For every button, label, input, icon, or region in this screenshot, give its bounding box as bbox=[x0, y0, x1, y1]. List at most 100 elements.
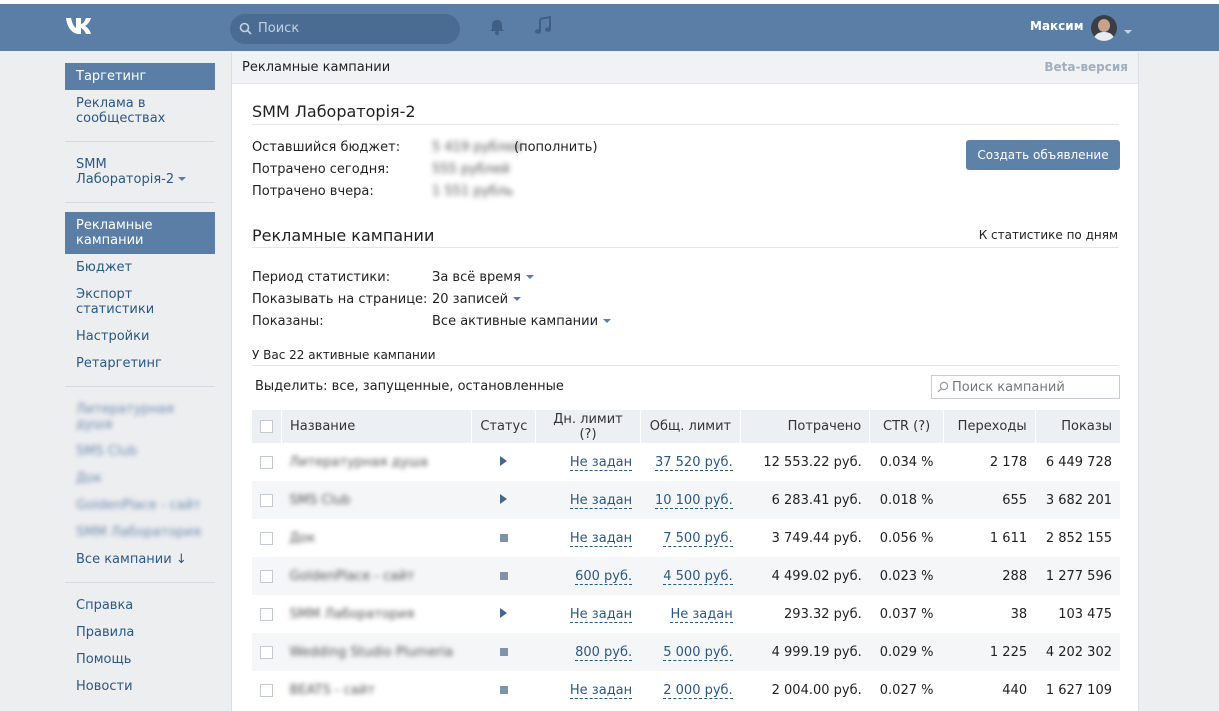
spent-cell: 3 749.44 руб. bbox=[740, 519, 870, 557]
total-limit[interactable]: Не задан bbox=[670, 606, 733, 623]
divider bbox=[252, 124, 1119, 125]
avatar-shirt bbox=[1093, 32, 1115, 41]
table-row[interactable]: BEATS - сайт Не задан 2 000 руб. 2 004.0… bbox=[252, 671, 1120, 709]
table-row[interactable]: SMM Лаборатория Не задан Не задан 293.32… bbox=[252, 595, 1120, 633]
campaign-name[interactable]: SMM Лаборатория bbox=[290, 607, 415, 622]
per-page-select[interactable]: 20 записей bbox=[432, 292, 522, 307]
sidebar-item-settings[interactable]: Настройки bbox=[65, 323, 215, 350]
sidebar-item-targeting[interactable]: Таргетинг bbox=[65, 63, 215, 90]
col-status[interactable]: Статус bbox=[471, 410, 537, 443]
row-checkbox[interactable] bbox=[260, 569, 274, 583]
campaign-name[interactable]: Wedding Studio Plumeria bbox=[290, 645, 454, 660]
row-checkbox[interactable] bbox=[260, 645, 274, 659]
sidebar-item-help[interactable]: Помощь bbox=[65, 646, 215, 673]
col-clicks[interactable]: Переходы bbox=[943, 410, 1036, 443]
create-ad-button[interactable]: Создать объявление bbox=[966, 140, 1120, 170]
table-row[interactable]: Литературная душа Не задан 37 520 руб. 1… bbox=[252, 443, 1120, 481]
play-icon[interactable] bbox=[500, 607, 508, 618]
stop-icon[interactable] bbox=[499, 533, 508, 542]
vk-logo-icon[interactable] bbox=[64, 15, 98, 37]
shown-select[interactable]: Все активные кампании bbox=[432, 314, 612, 329]
sidebar-cabinet-select[interactable]: SMM Лабораторія-2 bbox=[65, 151, 215, 193]
row-checkbox[interactable] bbox=[260, 493, 274, 507]
sidebar-item-news[interactable]: Новости bbox=[65, 673, 215, 700]
stop-icon[interactable] bbox=[499, 685, 508, 694]
total-limit[interactable]: 5 000 руб. bbox=[663, 644, 733, 661]
impressions-cell: 2 852 155 bbox=[1035, 519, 1120, 557]
main-panel: Рекламные кампании Beta-версия SMM Лабор… bbox=[231, 52, 1139, 711]
sidebar-campaign-link[interactable]: SMS Club bbox=[65, 438, 215, 465]
sidebar-item-all-campaigns[interactable]: Все кампании ↓ bbox=[65, 546, 215, 573]
sidebar-item-budget[interactable]: Бюджет bbox=[65, 254, 215, 281]
blurred-text: SMS Club bbox=[76, 444, 138, 459]
row-checkbox[interactable] bbox=[260, 683, 274, 697]
ctr-cell: 0.056 % bbox=[869, 519, 944, 557]
play-icon[interactable] bbox=[500, 493, 508, 504]
sidebar-campaign-link[interactable]: SMM Лаборатория bbox=[65, 519, 215, 546]
total-limit[interactable]: 37 520 руб. bbox=[654, 454, 733, 471]
col-name[interactable]: Название bbox=[281, 410, 473, 443]
campaign-name[interactable]: GoldenPlace - сайт bbox=[290, 569, 415, 584]
select-links[interactable]: Выделить: все, запущенные, остановленные bbox=[255, 379, 564, 394]
sidebar-item-help-ref[interactable]: Справка bbox=[65, 592, 215, 619]
col-ctr[interactable]: CTR (?) bbox=[869, 410, 944, 443]
sidebar-item-export[interactable]: Экспорт статистики bbox=[65, 281, 215, 323]
music-icon[interactable] bbox=[534, 16, 552, 36]
ctr-cell: 0.027 % bbox=[869, 671, 944, 709]
section-title: Рекламные кампании bbox=[252, 226, 435, 245]
sidebar-item-rules[interactable]: Правила bbox=[65, 619, 215, 646]
replenish-link[interactable]: (пополнить) bbox=[514, 140, 598, 155]
table-row[interactable]: Wedding Studio Plumeria 800 руб. 5 000 р… bbox=[252, 633, 1120, 671]
total-limit[interactable]: 10 100 руб. bbox=[654, 492, 733, 509]
campaign-name[interactable]: Док bbox=[290, 531, 316, 546]
campaign-search-input[interactable]: Поиск кампаний bbox=[931, 375, 1120, 399]
row-checkbox[interactable] bbox=[260, 455, 274, 469]
daily-limit[interactable]: Не задан bbox=[569, 454, 633, 471]
col-spent[interactable]: Потрачено bbox=[740, 410, 871, 443]
table-row[interactable]: GoldenPlace - сайт 600 руб. 4 500 руб. 4… bbox=[252, 557, 1120, 595]
col-impressions[interactable]: Показы bbox=[1035, 410, 1120, 443]
per-page-label: Показывать на странице: bbox=[252, 292, 428, 307]
daily-limit[interactable]: 600 руб. bbox=[575, 568, 633, 585]
daily-limit[interactable]: 800 руб. bbox=[575, 644, 633, 661]
daily-limit[interactable]: Не задан bbox=[569, 530, 633, 547]
bell-icon[interactable] bbox=[488, 18, 506, 36]
total-limit[interactable]: 7 500 руб. bbox=[663, 530, 733, 547]
col-total-limit[interactable]: Общ. лимит bbox=[640, 410, 742, 443]
avatar-face bbox=[1098, 19, 1110, 32]
table-row[interactable]: SMS Club Не задан 10 100 руб. 6 283.41 р… bbox=[252, 481, 1120, 519]
user-name[interactable]: Максим bbox=[1030, 19, 1084, 33]
daily-limit[interactable]: Не задан bbox=[569, 492, 633, 509]
total-limit[interactable]: 4 500 руб. bbox=[663, 568, 733, 585]
sidebar-campaign-link[interactable]: Литературная душа bbox=[65, 396, 215, 438]
campaign-name[interactable]: Литературная душа bbox=[290, 455, 429, 470]
row-checkbox[interactable] bbox=[260, 607, 274, 621]
sidebar-divider bbox=[65, 582, 215, 583]
sidebar-item-campaigns[interactable]: Рекламные кампании bbox=[65, 212, 215, 254]
stats-by-day-link[interactable]: К статистике по дням bbox=[979, 228, 1118, 242]
sidebar-campaign-link[interactable]: GoldenPlace - сайт bbox=[65, 492, 215, 519]
stop-icon[interactable] bbox=[499, 571, 508, 580]
select-all-cell[interactable] bbox=[252, 410, 282, 443]
select-all-checkbox[interactable] bbox=[260, 420, 273, 433]
stop-icon[interactable] bbox=[499, 647, 508, 656]
sidebar-item-retargeting[interactable]: Ретаргетинг bbox=[65, 350, 215, 377]
global-search-input[interactable]: Поиск bbox=[230, 14, 460, 44]
campaign-name[interactable]: SMS Club bbox=[290, 493, 351, 508]
total-limit[interactable]: 2 000 руб. bbox=[663, 682, 733, 699]
play-icon[interactable] bbox=[500, 455, 508, 466]
daily-limit[interactable]: Не задан bbox=[569, 606, 633, 623]
spent-cell: 293.32 руб. bbox=[740, 595, 870, 633]
table-row[interactable]: Док Не задан 7 500 руб. 3 749.44 руб. 0.… bbox=[252, 519, 1120, 557]
avatar[interactable] bbox=[1091, 15, 1117, 41]
clicks-cell: 2 178 bbox=[943, 443, 1036, 481]
chevron-down-icon[interactable] bbox=[1124, 30, 1132, 34]
daily-limit[interactable]: Не задан bbox=[569, 682, 633, 699]
sidebar-campaign-link[interactable]: Док bbox=[65, 465, 215, 492]
period-select[interactable]: За всё время bbox=[432, 270, 534, 285]
campaign-name[interactable]: BEATS - сайт bbox=[290, 683, 375, 698]
sidebar-item-community-ads[interactable]: Реклама в сообществах bbox=[65, 90, 215, 132]
row-checkbox[interactable] bbox=[260, 531, 274, 545]
chevron-down-icon bbox=[525, 275, 534, 279]
col-daily-limit[interactable]: Дн. лимит (?) bbox=[535, 410, 641, 443]
